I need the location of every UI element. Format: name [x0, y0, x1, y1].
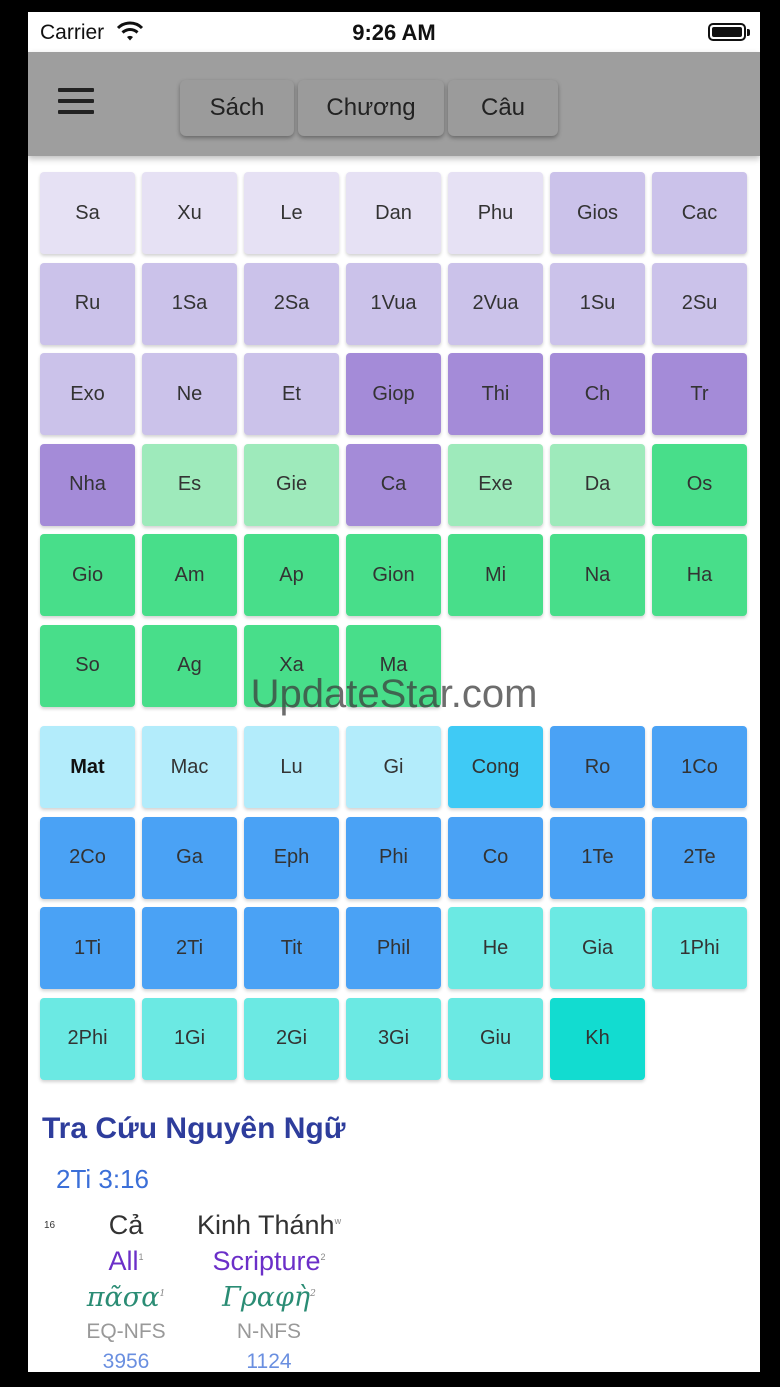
strongs-number[interactable]: 1124 — [184, 1350, 354, 1372]
verse-number: 16 — [44, 1220, 56, 1231]
book-button[interactable]: Na — [550, 534, 645, 616]
lookup-title: Tra Cứu Nguyên Ngữ — [42, 1112, 346, 1145]
book-button[interactable]: Mi — [448, 534, 543, 616]
book-button[interactable]: Thi — [448, 353, 543, 435]
greek-word: Γραφὴ — [222, 1282, 311, 1313]
watermark: UpdateStar.com — [250, 672, 538, 716]
book-button[interactable]: 2Ti — [142, 907, 237, 989]
book-button[interactable]: Ga — [142, 816, 237, 899]
book-button[interactable]: Ne — [142, 353, 237, 435]
book-button[interactable]: Giu — [448, 997, 543, 1080]
book-button[interactable]: 1Ti — [40, 907, 135, 989]
tab-chapter[interactable]: Chương — [298, 80, 444, 136]
battery-icon — [708, 23, 750, 41]
book-button[interactable]: 3Gi — [346, 997, 441, 1080]
english-word: Scripture — [212, 1246, 321, 1276]
book-button[interactable]: Gie — [244, 443, 339, 526]
phone-screen: Carrier 9:26 AM Sách Chương Câu Sa Xu Le Da… — [28, 12, 760, 1372]
book-button[interactable]: Gi — [346, 726, 441, 808]
book-button[interactable]: 1Co — [652, 726, 747, 808]
book-button[interactable]: 2Vua — [448, 262, 543, 345]
book-button[interactable]: 1Su — [550, 262, 645, 345]
vietnamese-word: Kinh Thánh — [196, 1210, 335, 1240]
book-button[interactable]: He — [448, 907, 543, 989]
book-button[interactable]: 2Co — [40, 816, 135, 899]
book-button[interactable]: 2Sa — [244, 262, 339, 345]
status-bar: Carrier 9:26 AM — [28, 12, 760, 52]
book-button[interactable]: Le — [244, 172, 339, 254]
book-button[interactable]: Os — [652, 443, 747, 526]
book-button[interactable]: 2Gi — [244, 997, 339, 1080]
book-button[interactable]: Phi — [346, 816, 441, 899]
app-bar: Sách Chương Câu — [28, 52, 760, 156]
book-button[interactable]: Exo — [40, 353, 135, 435]
book-button[interactable]: Tit — [244, 907, 339, 989]
book-button[interactable]: Ro — [550, 726, 645, 808]
book-button[interactable]: Giop — [346, 353, 441, 435]
book-button[interactable]: 1Sa — [142, 262, 237, 345]
vietnamese-word: Cả — [108, 1210, 144, 1240]
clock: 9:26 AM — [352, 20, 436, 45]
hamburger-menu-icon[interactable] — [58, 88, 94, 118]
verse-reference[interactable]: 2Ti 3:16 — [56, 1164, 149, 1195]
parsing-code: N-NFS — [236, 1320, 302, 1343]
book-button[interactable]: Eph — [244, 816, 339, 899]
book-button[interactable]: Cong — [448, 726, 543, 808]
book-button[interactable]: 1Phi — [652, 907, 747, 989]
book-button[interactable]: Ha — [652, 534, 747, 616]
book-button[interactable]: 2Te — [652, 816, 747, 899]
greek-word: πᾶσα — [86, 1282, 160, 1313]
book-button[interactable]: Am — [142, 534, 237, 616]
book-button[interactable]: 2Su — [652, 262, 747, 345]
book-button[interactable]: Es — [142, 443, 237, 526]
book-button[interactable]: Ap — [244, 534, 339, 616]
book-button[interactable]: 1Te — [550, 816, 645, 899]
book-button[interactable]: Cac — [652, 172, 747, 254]
book-button[interactable]: Mat — [40, 726, 135, 808]
book-button[interactable]: Sa — [40, 172, 135, 254]
book-button[interactable]: Gio — [40, 534, 135, 616]
interlinear-word[interactable]: Kinh Thánhw Scripture2 Γραφὴ2 N-NFS 1124 — [184, 1210, 354, 1372]
book-button[interactable]: Kh — [550, 997, 645, 1080]
book-button[interactable]: Da — [550, 443, 645, 526]
book-button[interactable]: Xu — [142, 172, 237, 254]
english-word: All — [108, 1246, 139, 1276]
book-button[interactable]: 1Vua — [346, 262, 441, 345]
strongs-number[interactable]: 3956 — [76, 1350, 176, 1372]
book-button[interactable]: Gios — [550, 172, 645, 254]
book-button[interactable]: Et — [244, 353, 339, 435]
tab-verse[interactable]: Câu — [448, 80, 558, 136]
book-button[interactable]: Ru — [40, 262, 135, 345]
tab-book[interactable]: Sách — [180, 80, 294, 136]
book-button[interactable]: Ca — [346, 443, 441, 526]
book-button[interactable]: Gia — [550, 907, 645, 989]
interlinear-word[interactable]: Cả All1 πᾶσα1 EQ-NFS 3956 — [76, 1210, 176, 1372]
book-button[interactable]: Nha — [40, 443, 135, 526]
book-button[interactable]: Mac — [142, 726, 237, 808]
book-button[interactable]: Co — [448, 816, 543, 899]
book-button[interactable]: Lu — [244, 726, 339, 808]
book-button[interactable]: Phil — [346, 907, 441, 989]
book-button[interactable]: Gion — [346, 534, 441, 616]
book-button[interactable]: Phu — [448, 172, 543, 254]
parsing-code: EQ-NFS — [86, 1320, 166, 1343]
book-button[interactable]: 1Gi — [142, 997, 237, 1080]
book-button[interactable]: 2Phi — [40, 997, 135, 1080]
book-button[interactable]: Dan — [346, 172, 441, 254]
book-button[interactable]: Tr — [652, 353, 747, 435]
book-button[interactable]: Ch — [550, 353, 645, 435]
book-button[interactable]: Exe — [448, 443, 543, 526]
